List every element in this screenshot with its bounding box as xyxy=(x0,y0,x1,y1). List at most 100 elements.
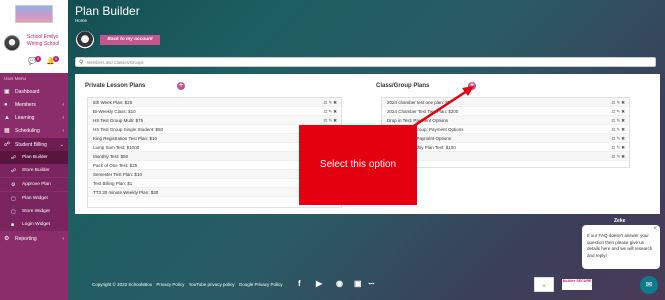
back-to-account-button[interactable]: Back to my account xyxy=(100,35,160,45)
avatar[interactable] xyxy=(4,35,20,51)
trash-icon[interactable]: ✖ xyxy=(621,116,626,125)
plan-label: 2024 Chamber Test Two Plan: $200 xyxy=(387,109,459,114)
sidebar-item-dashboard[interactable]: ▣ Dashboard xyxy=(0,85,68,98)
plan-row[interactable]: 2024 chamber test one plan: $5 ⚖✎✖ xyxy=(382,98,629,107)
users-icon: ● xyxy=(4,101,8,108)
sidebar-icons: 💬 0 🔔 0 xyxy=(28,56,64,65)
sidebar-item-scheduling[interactable]: ▦ Scheduling ‹ xyxy=(0,124,68,137)
plan-row[interactable]: PLAN: $100⚖✎✖ xyxy=(382,152,629,161)
plan-label: Test Billing Plan: $1 xyxy=(93,181,133,186)
plan-label: Bi-Weekly Class: $10 xyxy=(93,109,136,114)
plan-row[interactable]: 2024 Chamber Test Two Plan: $200 ⚖✎✖ xyxy=(382,107,629,116)
plan-label: Monthly Test: $50 xyxy=(93,154,129,159)
plan-row[interactable]: Dropin Group: Payment Options ⚖✎✖ xyxy=(382,134,629,143)
youtube-policy-link[interactable]: YouTube privacy policy xyxy=(189,282,235,287)
chat-message: If our FAQ doesn't answer your question … xyxy=(587,233,653,258)
search-icon: ⚲ xyxy=(79,60,84,66)
trash-icon[interactable]: ✖ xyxy=(333,116,338,125)
private-plans-title: Private Lesson Plans xyxy=(85,83,146,89)
sidebar-item-reporting[interactable]: ⚙ Reporting ‹ xyxy=(0,232,68,245)
chevron-left-icon: ‹ xyxy=(62,127,64,134)
sidebar-sub-store-widget[interactable]: ▢ Store Widget xyxy=(0,205,68,218)
chevron-left-icon: ‹ xyxy=(62,101,64,108)
messages-badge: 0 xyxy=(35,56,41,62)
add-group-plan-button[interactable]: + xyxy=(468,82,476,90)
youtube-icon[interactable]: ▶ xyxy=(316,279,322,288)
trash-icon[interactable]: ✖ xyxy=(621,152,626,161)
notifications-badge: 0 xyxy=(53,56,59,62)
sidebar-item-members[interactable]: ● Members ‹ xyxy=(0,98,68,111)
google-policy-link[interactable]: Google Privacy Policy xyxy=(239,282,283,287)
chevron-down-icon: ⌄ xyxy=(59,141,64,148)
row-actions: ⚖✎✖ xyxy=(323,98,338,107)
sidebar-item-learning[interactable]: ▲ Learning ‹ xyxy=(0,111,68,124)
cart-icon: ☍ xyxy=(11,167,17,174)
plan-label: Lump Sum Test: $1000 xyxy=(93,145,140,150)
trash-icon[interactable]: ✖ xyxy=(621,143,626,152)
trash-icon[interactable]: ✖ xyxy=(333,107,338,116)
plan-row[interactable]: Bi-Weekly Class: $10 ⚖✎✖ xyxy=(88,107,341,116)
close-icon[interactable]: × xyxy=(653,226,657,233)
window-icon: ▢ xyxy=(11,208,16,215)
plan-label: HS Test Group Multi: $75 xyxy=(93,118,144,123)
sidebar-sub-plan-widget[interactable]: ▢ Plan Widget xyxy=(0,192,68,205)
instagram-icon[interactable]: ▣ xyxy=(354,279,362,288)
calendar-icon: ▦ xyxy=(4,128,10,134)
trash-icon[interactable]: ✖ xyxy=(621,134,626,143)
sidebar-item-student-billing[interactable]: ☍ Student Billing ⌄ xyxy=(0,138,68,151)
page-title: Plan Builder xyxy=(75,4,140,18)
plan-row[interactable]: Dropin Class Group: Payment Options ⚖✎✖ xyxy=(382,125,629,134)
trash-icon[interactable]: ✖ xyxy=(621,107,626,116)
security-seal: ★ xyxy=(534,277,554,292)
row-actions: ⚖✎✖ xyxy=(611,143,626,152)
plan-row[interactable]: HS Test Group Multi: $75 ⚖✎✖ xyxy=(88,116,341,125)
sidebar-sub-plan-builder[interactable]: ☍ Plan Builder xyxy=(0,151,68,164)
plan-row[interactable]: Recurring Monthly Plan Test: $100 ⚖✎✖ xyxy=(382,143,629,152)
plan-label: King Registration Test Plan: $10 xyxy=(93,136,157,141)
trash-icon[interactable]: ✖ xyxy=(333,98,338,107)
trash-icon[interactable]: ✖ xyxy=(621,98,626,107)
sidebar-sub-approve-plan[interactable]: ⚙ Approve Plan xyxy=(0,178,68,191)
add-private-plan-button[interactable]: + xyxy=(177,82,185,90)
plan-row[interactable]: Drop in Test: Payment Options ⚖✎✖ xyxy=(382,116,629,125)
copyright-text: Copyright © 2023 SchoolsBox xyxy=(92,282,153,287)
gear-icon: ⚙ xyxy=(11,181,16,188)
lock-icon: ■ xyxy=(11,221,15,228)
user-avatar[interactable] xyxy=(76,31,94,49)
sidebar: School Emilys Writing School 💬 0 🔔 0 Use… xyxy=(0,0,68,300)
school-logo[interactable] xyxy=(15,5,53,23)
facebook-icon[interactable]: f xyxy=(298,279,301,288)
graduation-cap-icon: ▲ xyxy=(4,114,10,121)
plan-label: Semester Test Plan: $10 xyxy=(93,172,142,177)
settings-icon: ⚙ xyxy=(4,236,10,242)
window-icon: ▢ xyxy=(11,195,16,202)
sidebar-sub-store-builder[interactable]: ☍ Store Builder xyxy=(0,164,68,177)
privacy-policy-link[interactable]: Privacy Policy xyxy=(156,282,184,287)
school-name[interactable]: School Emilys Writing School xyxy=(27,34,67,47)
group-plans-title: Class/Group Plans xyxy=(376,83,430,89)
plan-label: 2024 chamber test one plan: $5 xyxy=(387,100,451,105)
chat-heading: Zeke xyxy=(614,218,626,224)
sidebar-sub-login-widget[interactable]: ■ Login Widget xyxy=(0,218,68,231)
row-actions: ⚖✎✖ xyxy=(323,116,338,125)
menu-label: User Menu xyxy=(4,76,27,81)
search-input[interactable] xyxy=(87,59,487,66)
plan-label: 5th Week Plan: $25 xyxy=(93,100,133,105)
row-actions: ⚖✎✖ xyxy=(611,152,626,161)
trash-icon[interactable]: ✖ xyxy=(621,125,626,134)
breadcrumb[interactable]: Home xyxy=(75,18,87,23)
row-actions: ⚖✎✖ xyxy=(611,134,626,143)
sidebar-profile: School Emilys Writing School 💬 0 🔔 0 xyxy=(0,0,68,73)
chevron-left-icon: ‹ xyxy=(62,235,64,242)
search-bar: ⚲ xyxy=(75,57,656,67)
rss-icon[interactable]: ∽ xyxy=(368,279,375,288)
plan-row[interactable]: 5th Week Plan: $25 ⚖✎✖ xyxy=(88,98,341,107)
row-actions: ⚖✎✖ xyxy=(611,98,626,107)
row-actions: ⚖✎✖ xyxy=(611,125,626,134)
twitter-icon[interactable]: ◉ xyxy=(336,279,343,288)
chat-open-button[interactable]: ✉ xyxy=(640,276,658,294)
plan-label: TT3 30 minute Weekly Plan: $30 xyxy=(93,190,159,195)
footer-links: Copyright © 2023 SchoolsBox Privacy Poli… xyxy=(92,282,286,287)
cart-icon: ☍ xyxy=(4,142,11,148)
chat-bubble: × If our FAQ doesn't answer your questio… xyxy=(582,225,660,269)
